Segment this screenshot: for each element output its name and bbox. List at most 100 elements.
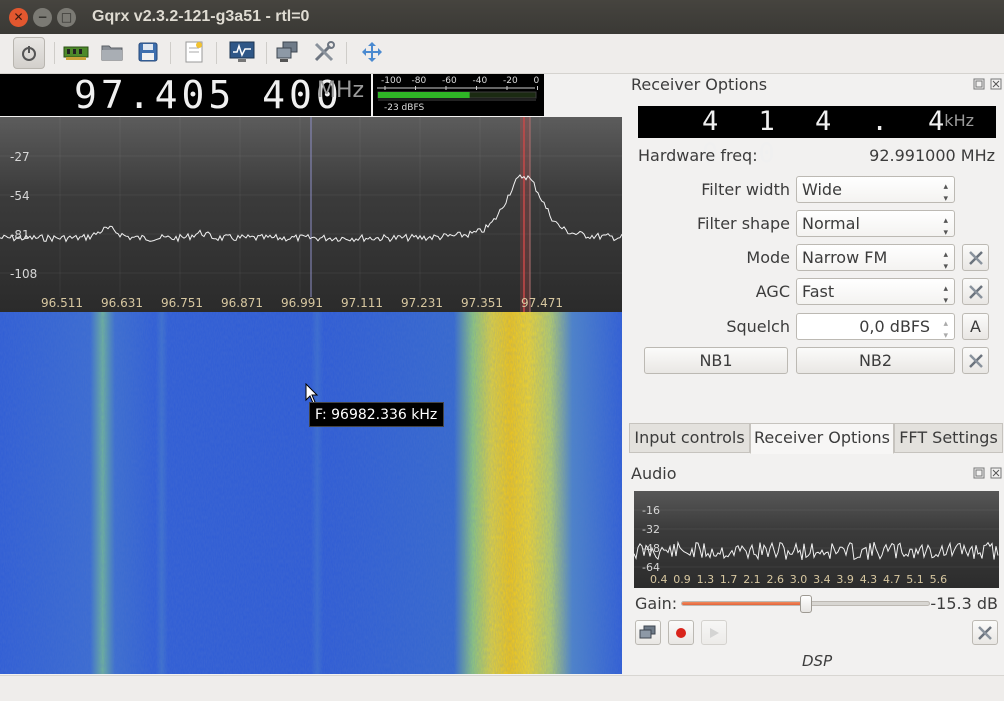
x-tick-label: 96.631 xyxy=(101,296,143,310)
save-icon[interactable] xyxy=(134,38,162,66)
open-folder-icon[interactable] xyxy=(98,38,126,66)
tab-receiver-options[interactable]: Receiver Options xyxy=(750,423,894,454)
noise-blanker-options-button[interactable] xyxy=(962,347,989,374)
nb1-button[interactable]: NB1 xyxy=(644,347,788,374)
play-button[interactable] xyxy=(701,620,727,645)
spinner-arrows-icon: ▴ ▾ xyxy=(943,216,948,238)
x-tick-label: 4.3 xyxy=(860,573,878,586)
x-tick-label: 96.871 xyxy=(221,296,263,310)
window-title: Gqrx v2.3.2-121-g3a51 - rtl=0 xyxy=(92,8,310,25)
offset-frequency-display[interactable]: 4 1 4 . 4 0 0 kHz xyxy=(638,106,996,169)
y-tick-label: -27 xyxy=(10,150,30,164)
network-icon[interactable] xyxy=(274,38,302,66)
power-icon[interactable] xyxy=(13,37,45,69)
x-tick-label: 97.111 xyxy=(341,296,383,310)
meter-tick-label: -80 xyxy=(412,76,427,86)
receiver-panel-title: Receiver Options xyxy=(631,75,768,94)
mode-options-button[interactable] xyxy=(962,244,989,271)
filter-width-value: Wide xyxy=(802,180,842,199)
play-icon xyxy=(710,627,719,638)
filter-band xyxy=(520,117,530,312)
fullscreen-icon[interactable] xyxy=(358,38,386,66)
x-tick-label: 0.9 xyxy=(673,573,691,586)
audio-stream-button[interactable] xyxy=(635,620,661,645)
mode-label: Mode xyxy=(746,248,790,267)
x-tick-label: 97.351 xyxy=(461,296,503,310)
frequency-tooltip: F: 96982.336 kHz xyxy=(309,402,444,427)
audio-spectrum-plot: -16 -32 -48 -64 0.4 0.9 1.3 1.7 2.1 2.6 3.0 3.4 3.9… xyxy=(633,491,999,588)
x-tick-label: 1.7 xyxy=(720,573,738,586)
dock-float-icon[interactable] xyxy=(973,467,985,482)
squelch-label: Squelch xyxy=(726,317,790,336)
spectrum-plot[interactable]: -27 -54 -81 -108 96.511 96.631 96.751 96.871 96… xyxy=(0,117,623,312)
agc-value: Fast xyxy=(802,282,835,301)
signal-meter: -100 -80 -60 -40 -20 0 -23 dBFS xyxy=(373,74,544,116)
frequency-value[interactable]: 97.405 400 xyxy=(74,74,343,116)
x-tick-label: 96.751 xyxy=(161,296,203,310)
wrench-icon xyxy=(978,625,992,640)
toolbar xyxy=(0,34,1004,74)
meter-tick-label: -60 xyxy=(442,76,457,86)
x-tick-label: 5.6 xyxy=(930,573,948,586)
meter-tick-label: -20 xyxy=(503,76,518,86)
offset-unit: kHz xyxy=(944,111,974,130)
status-bar xyxy=(0,675,1004,701)
x-tick-label: 3.4 xyxy=(813,573,831,586)
y-tick-label: -16 xyxy=(642,504,660,517)
hardware-freq-label: Hardware freq: xyxy=(638,146,758,165)
signal-level-bar xyxy=(378,92,470,98)
x-tick-label: 96.511 xyxy=(41,296,83,310)
tab-input-controls[interactable]: Input controls xyxy=(629,423,750,453)
filter-width-select[interactable]: Wide ▴ ▾ xyxy=(796,176,955,204)
record-button[interactable] xyxy=(668,620,694,645)
nb2-button[interactable]: NB2 xyxy=(796,347,955,374)
dock-tabs: Input controls Receiver Options FFT Sett… xyxy=(628,423,1004,454)
agc-select[interactable]: Fast ▴ ▾ xyxy=(796,278,955,306)
spinner-arrows-icon: ▴ ▾ xyxy=(943,250,948,272)
mode-select[interactable]: Narrow FM ▴ ▾ xyxy=(796,244,955,272)
frequency-display[interactable]: 97.405 400 MHz xyxy=(0,74,371,116)
dock-float-icon[interactable] xyxy=(973,78,985,93)
squelch-auto-button[interactable]: A xyxy=(962,313,989,340)
gain-slider-fill xyxy=(682,602,806,605)
audio-panel-title: Audio xyxy=(631,464,677,483)
meter-tick-label: -100 xyxy=(381,76,402,86)
dock-close-icon[interactable] xyxy=(990,467,1002,482)
meter-tick-label: 0 xyxy=(534,76,540,86)
meter-tick-label: -40 xyxy=(473,76,488,86)
x-tick-label: 96.991 xyxy=(281,296,323,310)
close-icon[interactable]: ✕ xyxy=(9,7,28,27)
x-tick-label: 97.471 xyxy=(521,296,563,310)
squelch-spinbox[interactable]: 0,0 dBFS ▴ ▾ xyxy=(796,313,955,342)
tab-fft-settings[interactable]: FFT Settings xyxy=(894,423,1003,453)
x-tick-label: 0.4 xyxy=(650,573,668,586)
bookmark-icon[interactable] xyxy=(180,38,208,66)
agc-options-button[interactable] xyxy=(962,278,989,305)
y-tick-label: -54 xyxy=(10,189,30,203)
minimize-icon[interactable]: − xyxy=(33,7,52,27)
x-tick-label: 2.6 xyxy=(767,573,785,586)
waterfall-display[interactable] xyxy=(0,312,622,674)
dsp-label: DSP xyxy=(802,652,833,670)
filter-width-label: Filter width xyxy=(701,180,790,199)
maximize-icon[interactable]: □ xyxy=(57,7,76,27)
gain-slider-handle[interactable] xyxy=(799,595,812,613)
spinner-arrows-icon: ▴ ▾ xyxy=(943,182,948,204)
dock-close-icon[interactable] xyxy=(990,78,1002,93)
gain-slider[interactable] xyxy=(681,595,930,613)
filter-shape-select[interactable]: Normal ▴ ▾ xyxy=(796,210,955,238)
audio-options-button[interactable] xyxy=(972,620,998,645)
wrench-icon xyxy=(968,353,983,368)
y-tick-label: -48 xyxy=(642,542,660,555)
spinner-arrows-icon[interactable]: ▴ ▾ xyxy=(943,318,948,342)
hardware-icon[interactable] xyxy=(62,38,90,66)
tools-icon[interactable] xyxy=(310,38,338,66)
meter-readout: -23 dBFS xyxy=(384,103,425,113)
record-icon xyxy=(676,627,686,638)
network-icon xyxy=(639,625,656,638)
y-tick-label: -108 xyxy=(10,267,37,281)
gain-value: -15.3 dB xyxy=(930,594,998,613)
monitor-icon[interactable] xyxy=(226,38,258,66)
y-tick-label: -81 xyxy=(10,228,30,242)
wrench-icon xyxy=(968,284,983,299)
